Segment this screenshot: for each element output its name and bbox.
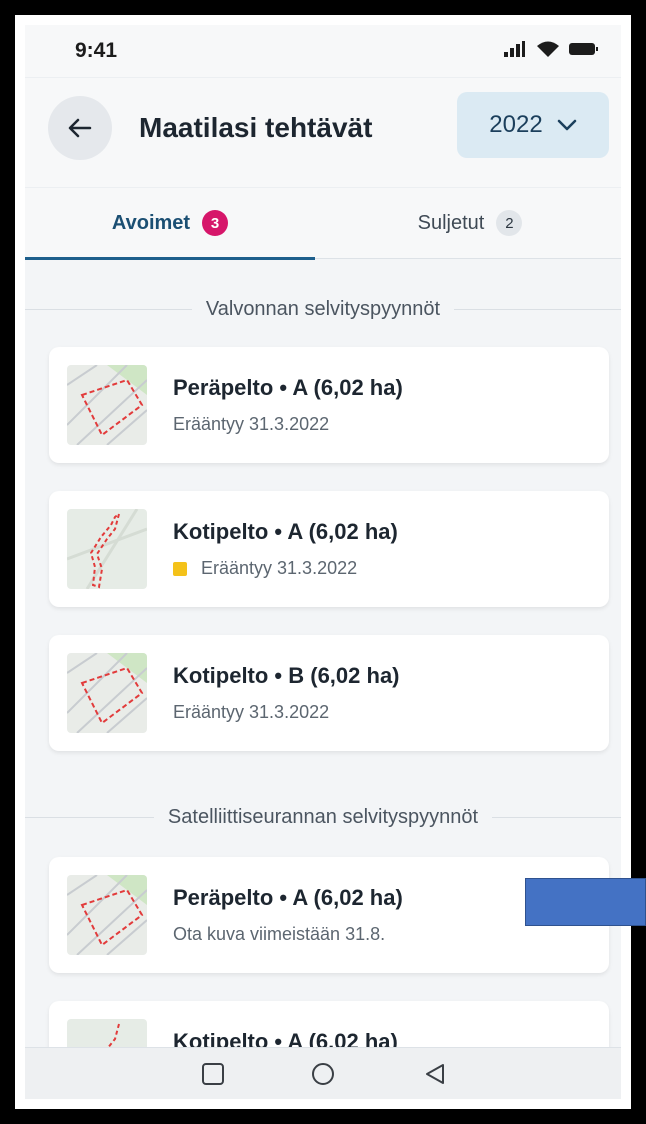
year-dropdown[interactable]: 2022 xyxy=(457,92,609,158)
recent-apps-button[interactable] xyxy=(201,1062,225,1086)
section-title: Satelliittiseurannan selvityspyynnöt xyxy=(167,805,479,828)
back-nav-button[interactable] xyxy=(423,1062,447,1086)
task-field-name: Kotipelto • A (6,02 ha) xyxy=(173,519,398,544)
circle-icon xyxy=(312,1063,334,1085)
back-button[interactable] xyxy=(48,96,112,160)
field-map-thumbnail xyxy=(67,875,147,955)
status-flag xyxy=(173,561,187,576)
task-field-name: Kotipelto • B (6,02 ha) xyxy=(173,663,400,688)
task-deadline: Ota kuva viimeistään 31.8. xyxy=(173,924,386,944)
section-header-inspection: Valvonnan selvityspyynnöt xyxy=(25,291,621,327)
section-title: Valvonnan selvityspyynnöt xyxy=(205,297,441,320)
section-header-satellite: Satelliittiseurannan selvityspyynnöt xyxy=(25,799,621,835)
field-map-thumbnail xyxy=(67,365,147,445)
triangle-back-icon xyxy=(426,1064,444,1084)
tab-closed-label: Suljetut xyxy=(417,211,485,234)
field-map-thumbnail xyxy=(67,509,147,589)
task-card[interactable]: Kotipelto • B (6,02 ha) Erääntyy 31.3.20… xyxy=(49,635,609,751)
battery-icon xyxy=(569,42,599,61)
tab-open-count-badge: 3 xyxy=(202,210,229,236)
wifi-icon xyxy=(536,41,559,62)
tab-bar: Avoimet 3 Suljetut 2 xyxy=(25,187,621,260)
square-icon xyxy=(202,1063,224,1085)
system-nav-bar xyxy=(25,1047,621,1099)
app-header: Maatilasi tehtävät 2022 xyxy=(25,77,621,188)
home-button[interactable] xyxy=(311,1062,335,1086)
annotation-marker xyxy=(525,878,646,926)
task-card[interactable]: Kotipelto • A (6,02 ha) Erääntyy 31.3.20… xyxy=(49,491,609,607)
status-time: 9:41 xyxy=(75,39,118,62)
task-due-date: Erääntyy 31.3.2022 xyxy=(173,558,357,579)
year-dropdown-label: 2022 xyxy=(489,111,543,138)
task-field-name: Peräpelto • A (6,02 ha) xyxy=(173,375,403,400)
field-map-thumbnail xyxy=(67,653,147,733)
signal-icon xyxy=(504,41,526,62)
page-title: Maatilasi tehtävät xyxy=(139,112,373,143)
task-due-date: Erääntyy 31.3.2022 xyxy=(173,414,330,434)
status-icons xyxy=(504,41,599,61)
phone-screen: 9:41 Maatilasi tehtävät 2022 Avoimet 3 S… xyxy=(25,25,621,1099)
tab-closed-count-badge: 2 xyxy=(496,210,523,236)
chevron-down-icon xyxy=(557,119,576,131)
tab-open-label: Avoimet xyxy=(111,211,191,234)
tab-closed[interactable]: Suljetut 2 xyxy=(325,188,615,258)
task-due-date: Erääntyy 31.3.2022 xyxy=(173,702,330,722)
tab-open[interactable]: Avoimet 3 xyxy=(25,188,315,260)
active-tab-indicator xyxy=(25,257,315,260)
task-card[interactable]: Peräpelto • A (6,02 ha) Erääntyy 31.3.20… xyxy=(49,347,609,463)
status-bar: 9:41 xyxy=(25,25,621,77)
arrow-left-icon xyxy=(68,118,92,138)
task-field-name: Peräpelto • A (6,02 ha) xyxy=(173,885,403,910)
